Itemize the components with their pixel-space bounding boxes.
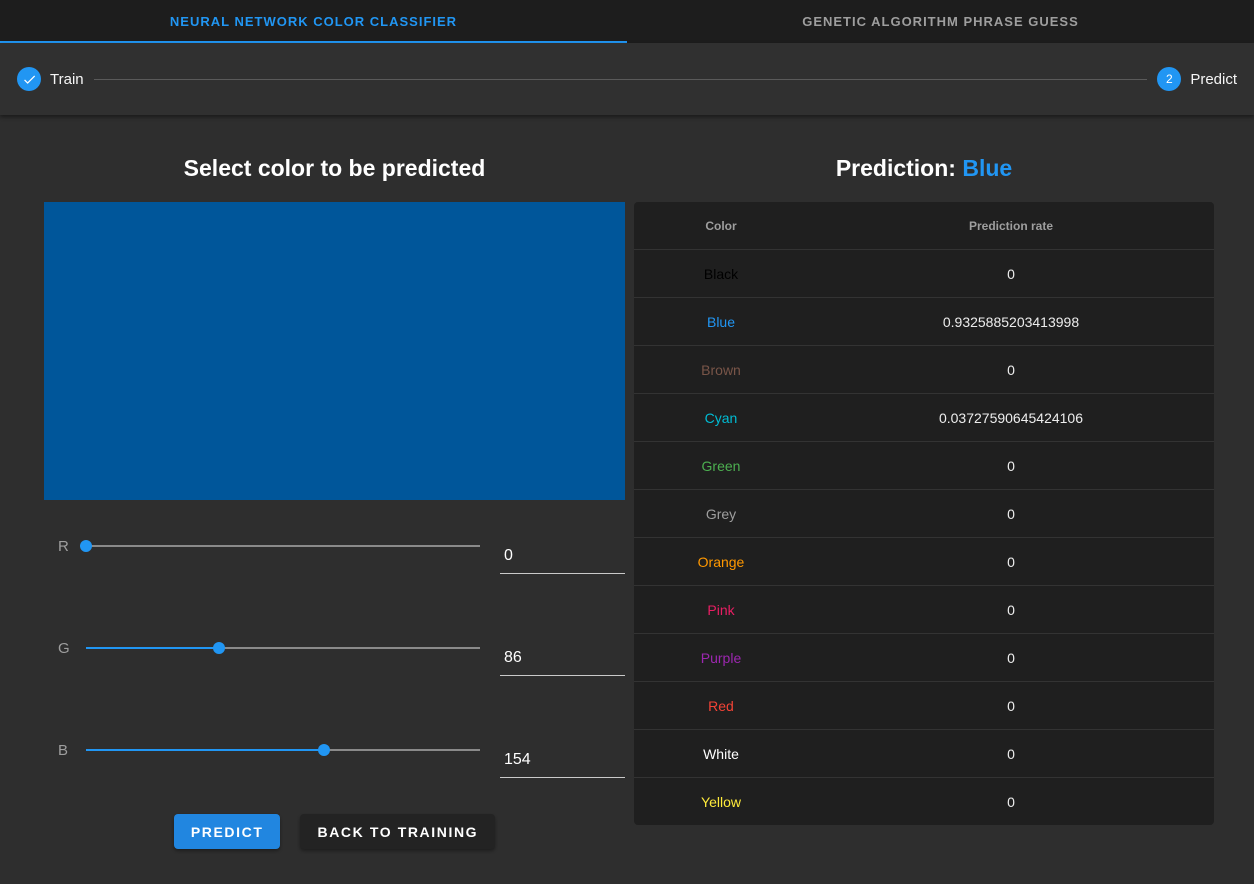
left-panel-title: Select color to be predicted — [183, 155, 486, 181]
tab-neural-network-color-classifier[interactable]: NEURAL NETWORK COLOR CLASSIFIER — [0, 0, 627, 43]
table-row-green: Green 0 — [634, 441, 1214, 489]
table-row-black: Black 0 — [634, 249, 1214, 297]
column-header-prediction-rate: Prediction rate — [968, 218, 1054, 233]
color-name: Grey — [705, 505, 737, 522]
rgb-sliders: R G B — [44, 526, 625, 778]
slider-label: B — [58, 741, 69, 759]
step-number: 2 — [1165, 72, 1173, 86]
slider-thumb[interactable] — [317, 744, 330, 756]
prediction-rate: 0 — [1007, 457, 1015, 474]
r-value-input[interactable] — [500, 546, 625, 574]
color-name: Green — [701, 457, 741, 474]
color-name: Red — [708, 697, 734, 714]
prediction-title: Prediction: Blue — [634, 155, 1214, 182]
predicted-color: Blue — [962, 155, 1013, 181]
prediction-rate: 0 — [1007, 553, 1015, 570]
table-row-orange: Orange 0 — [634, 537, 1214, 585]
color-picker-panel: Select color to be predicted R G B — [44, 115, 625, 849]
color-name: Yellow — [701, 793, 741, 810]
tab-label: NEURAL NETWORK COLOR CLASSIFIER — [169, 14, 458, 29]
back-to-training-button[interactable]: BACK TO TRAINING — [300, 814, 496, 849]
column-header-color: Color — [705, 218, 737, 233]
color-name: Cyan — [704, 409, 738, 426]
step-train[interactable]: Train — [17, 67, 84, 91]
main-content: Select color to be predicted R G B — [0, 115, 1254, 849]
step-predict-label: Predict — [1190, 70, 1237, 88]
slider-fill — [86, 647, 219, 649]
prediction-rate: 0 — [1007, 697, 1015, 714]
color-name: Black — [703, 265, 739, 282]
slider-row-r: R — [44, 526, 625, 574]
slider-label: R — [58, 537, 69, 555]
step-number-icon: 2 — [1157, 67, 1182, 91]
prediction-table-body: Black 0 Blue 0.9325885203413998 Brown 0 … — [634, 249, 1214, 825]
slider-thumb[interactable] — [80, 540, 92, 552]
tab-genetic-algorithm-phrase-guess[interactable]: GENETIC ALGORITHM PHRASE GUESS — [627, 0, 1254, 43]
g-slider[interactable] — [86, 641, 480, 655]
tab-label: GENETIC ALGORITHM PHRASE GUESS — [802, 14, 1079, 29]
color-name: Blue — [706, 313, 736, 330]
g-value-input[interactable] — [500, 648, 625, 676]
slider-value-box — [500, 648, 625, 676]
b-slider[interactable] — [86, 743, 480, 757]
table-row-white: White 0 — [634, 729, 1214, 777]
prediction-rate: 0 — [1007, 601, 1015, 618]
prediction-rate: 0 — [1007, 745, 1015, 762]
table-row-cyan: Cyan 0.03727590645424106 — [634, 393, 1214, 441]
slider-row-b: B — [44, 730, 625, 778]
action-buttons: PREDICT BACK TO TRAINING — [44, 814, 625, 849]
stepper-connector — [93, 78, 1148, 80]
b-value-input[interactable] — [500, 750, 625, 778]
slider-label: G — [58, 639, 70, 657]
table-row-grey: Grey 0 — [634, 489, 1214, 537]
prediction-panel: Prediction: Blue Color Prediction rate B… — [634, 115, 1214, 849]
prediction-rate: 0.03727590645424106 — [938, 409, 1084, 426]
color-name: Orange — [697, 553, 745, 570]
slider-fill — [86, 749, 324, 751]
color-name: Brown — [701, 361, 741, 378]
table-row-brown: Brown 0 — [634, 345, 1214, 393]
prediction-title-prefix: Prediction: — [835, 155, 963, 181]
r-slider[interactable] — [80, 539, 480, 553]
step-predict[interactable]: 2 Predict — [1157, 67, 1237, 91]
check-icon — [17, 67, 41, 91]
prediction-rate: 0 — [1007, 265, 1015, 282]
slider-value-box — [500, 750, 625, 778]
color-swatch — [44, 202, 625, 500]
table-row-yellow: Yellow 0 — [634, 777, 1214, 825]
prediction-table: Color Prediction rate Black 0 Blue 0.932… — [634, 202, 1214, 825]
color-name: Purple — [700, 649, 742, 666]
step-train-label: Train — [50, 70, 84, 88]
slider-row-g: G — [44, 628, 625, 676]
table-row-purple: Purple 0 — [634, 633, 1214, 681]
table-header-row: Color Prediction rate — [634, 202, 1214, 249]
table-row-pink: Pink 0 — [634, 585, 1214, 633]
table-row-red: Red 0 — [634, 681, 1214, 729]
prediction-rate: 0 — [1007, 649, 1015, 666]
slider-value-box — [500, 546, 625, 574]
prediction-rate: 0 — [1007, 361, 1015, 378]
stepper: Train 2 Predict — [0, 43, 1254, 115]
prediction-rate: 0 — [1007, 505, 1015, 522]
table-row-blue: Blue 0.9325885203413998 — [634, 297, 1214, 345]
slider-track — [86, 545, 480, 547]
app-tabbar: NEURAL NETWORK COLOR CLASSIFIER GENETIC … — [0, 0, 1254, 43]
color-name: Pink — [707, 601, 735, 618]
color-name: White — [703, 745, 739, 762]
prediction-rate: 0.9325885203413998 — [942, 313, 1080, 330]
prediction-rate: 0 — [1007, 793, 1015, 810]
predict-button[interactable]: PREDICT — [173, 814, 281, 849]
slider-thumb[interactable] — [212, 642, 225, 654]
